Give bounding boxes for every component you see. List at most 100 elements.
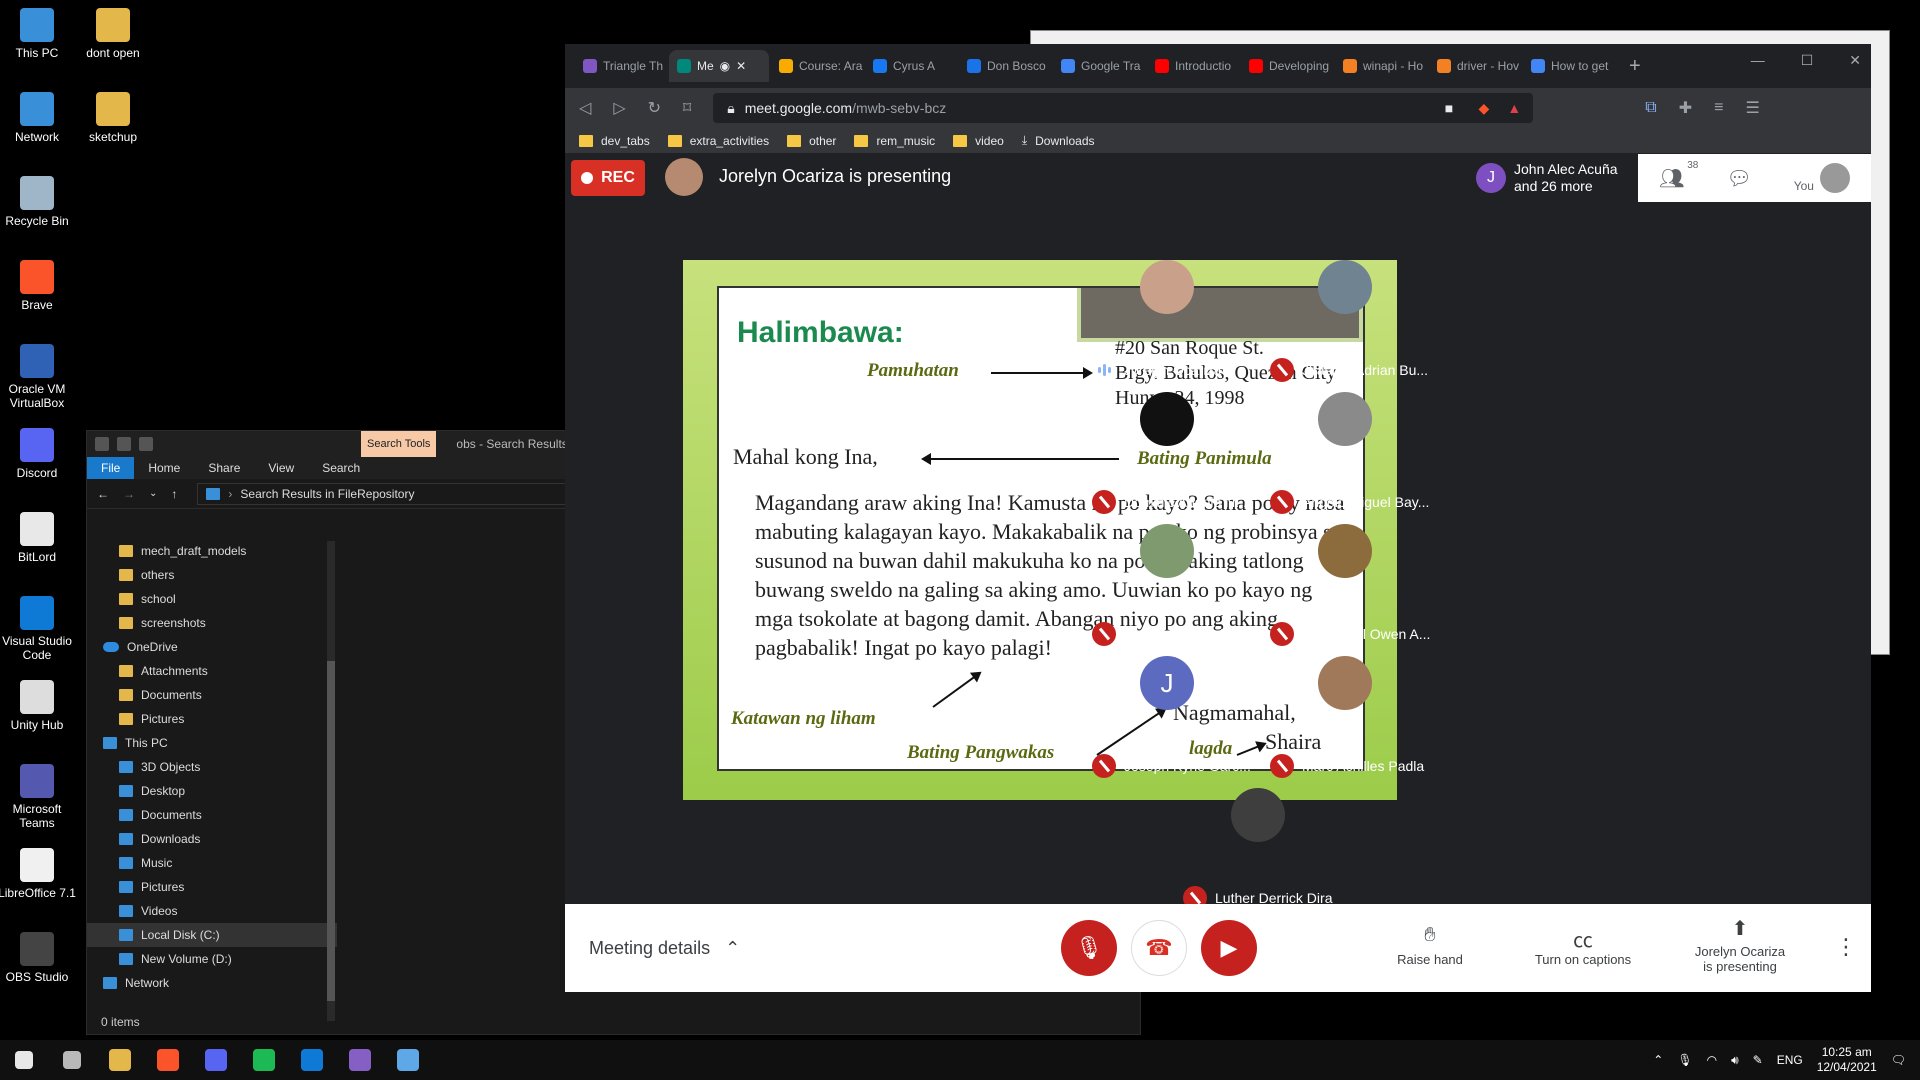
back-icon[interactable]: ◁ [579, 98, 591, 118]
desktop-icon[interactable]: sketchup [73, 92, 153, 144]
browser-tab[interactable]: Triangle Th [575, 50, 667, 82]
menu-icon[interactable]: ☰ [1745, 98, 1759, 118]
translate-icon[interactable]: ⧉ [1645, 99, 1656, 117]
camera-icon[interactable]: ■ [1445, 100, 1453, 116]
new-folder-icon[interactable] [139, 437, 153, 451]
participant-tile[interactable]: Jhasper Adrian Bu... [1260, 260, 1430, 382]
forward-arrow-icon[interactable]: → [123, 487, 135, 501]
nav-item[interactable]: screenshots [87, 611, 337, 635]
nav-item[interactable]: This PC [87, 731, 337, 755]
microphone-toggle-button[interactable]: 🎙︎ [1061, 920, 1117, 976]
nav-item[interactable]: Videos [87, 899, 337, 923]
nav-item[interactable]: mech_draft_models [87, 539, 337, 563]
media-icon[interactable]: ≡ [1714, 99, 1723, 117]
desktop-icon[interactable]: BitLord [0, 512, 77, 564]
taskbar-app[interactable] [384, 1040, 432, 1080]
taskbar-app[interactable] [336, 1040, 384, 1080]
desktop-icon[interactable]: LibreOffice 7.1 [0, 848, 77, 900]
bookmark-item[interactable]: dev_tabs [579, 134, 650, 148]
maximize-icon[interactable]: ☐ [1801, 52, 1814, 69]
bookmark-item[interactable]: ⤓ Downloads [1022, 133, 1095, 148]
more-options-icon[interactable]: ⋮ [1835, 934, 1857, 960]
back-arrow-icon[interactable]: ← [97, 487, 109, 501]
ribbon-tab-view[interactable]: View [254, 457, 308, 479]
taskbar-app[interactable] [288, 1040, 336, 1080]
desktop-icon[interactable]: Oracle VM VirtualBox [0, 344, 77, 410]
nav-item[interactable]: 3D Objects [87, 755, 337, 779]
browser-tab[interactable]: Cyrus A [865, 50, 957, 82]
nav-item[interactable]: school [87, 587, 337, 611]
reload-icon[interactable]: ↻ [648, 98, 661, 118]
browser-tab[interactable]: driver - Hov [1429, 50, 1521, 82]
language-indicator[interactable]: ENG [1777, 1053, 1803, 1067]
tray-chevron-icon[interactable]: ⌃ [1653, 1053, 1663, 1067]
quick-access-icon[interactable] [95, 437, 109, 451]
people-card[interactable]: J John Alec Acuña and 26 more [1468, 154, 1638, 202]
browser-tab[interactable]: Google Tra [1053, 50, 1145, 82]
desktop-icon[interactable]: Discord [0, 428, 77, 480]
participant-tile[interactable]: Nathanael Owen A... [1260, 524, 1430, 646]
bookmark-item[interactable]: other [787, 134, 836, 148]
forward-icon[interactable]: ▷ [613, 98, 625, 118]
taskbar-app[interactable] [192, 1040, 240, 1080]
volume-icon[interactable]: 🔊︎ [1731, 1053, 1739, 1068]
brave-rewards-icon[interactable]: ▲ [1507, 100, 1521, 116]
browser-tab[interactable]: Introductio [1147, 50, 1239, 82]
desktop-icon[interactable]: Brave [0, 260, 77, 312]
chat-button[interactable]: 💬︎ [1726, 166, 1751, 191]
browser-tab[interactable]: How to get [1523, 50, 1615, 82]
participant-tile[interactable]: Jorelyn Ocariza [1082, 260, 1252, 380]
minimize-icon[interactable]: — [1751, 52, 1765, 69]
bookmark-item[interactable]: video [953, 134, 1004, 148]
nav-item[interactable]: others [87, 563, 337, 587]
self-view-button[interactable]: You [1794, 163, 1850, 193]
new-tab-icon[interactable]: + [1629, 55, 1641, 78]
clock[interactable]: 10:25 am 12/04/2021 [1817, 1045, 1877, 1075]
nav-item[interactable]: Documents [87, 803, 337, 827]
desktop-icon[interactable]: dont open [73, 8, 153, 60]
bookmark-icon[interactable]: ⌑ [683, 98, 691, 118]
taskbar-app[interactable] [144, 1040, 192, 1080]
participant-tile[interactable]: J Joseph Kyne Garc... [1082, 656, 1252, 778]
nav-item[interactable]: Local Disk (C:) [87, 923, 337, 947]
nav-item[interactable]: Attachments [87, 659, 337, 683]
nav-item[interactable]: OneDrive [87, 635, 337, 659]
participant-tile[interactable]: Luther Derrick Dira [1173, 788, 1343, 910]
present-button[interactable]: ⬆︎ Jorelyn Ocariza is presenting [1675, 916, 1805, 974]
participant-tile[interactable]: Joross Clark Tabar [1082, 524, 1252, 646]
taskbar-app[interactable] [96, 1040, 144, 1080]
nav-item[interactable]: Network [87, 971, 337, 995]
desktop-icon[interactable]: Unity Hub [0, 680, 77, 732]
browser-tab[interactable]: Developing [1241, 50, 1333, 82]
desktop-icon[interactable]: OBS Studio [0, 932, 77, 984]
close-icon[interactable]: ✕ [1849, 52, 1861, 69]
ribbon-tab-file[interactable]: File [87, 457, 135, 479]
ribbon-tab-home[interactable]: Home [134, 457, 194, 479]
nav-scrollbar[interactable] [327, 541, 335, 1021]
bookmark-item[interactable]: extra_activities [667, 134, 769, 148]
browser-tab[interactable]: winapi - Ho [1335, 50, 1427, 82]
ribbon-tab-search[interactable]: Search [308, 457, 374, 479]
desktop-icon[interactable]: Visual Studio Code [0, 596, 77, 662]
participant-tile[interactable]: Angelo Miguel Bay... [1260, 392, 1430, 514]
notifications-icon[interactable]: 🗨︎ [1891, 1053, 1906, 1067]
nav-item[interactable]: Downloads [87, 827, 337, 851]
participant-tile[interactable]: Dominic Angelo N... [1082, 392, 1252, 514]
url-bar[interactable]: 🔒︎ meet.google.com/mwb-sebv-bcz ■ ◆ ▲ [713, 93, 1534, 123]
scrollbar-thumb[interactable] [327, 661, 335, 1001]
bookmark-item[interactable]: rem_music [854, 134, 935, 148]
nav-item[interactable]: New Volume (D:) [87, 947, 337, 971]
desktop-icon[interactable]: This PC [0, 8, 77, 60]
properties-icon[interactable] [117, 437, 131, 451]
camera-toggle-button[interactable]: ▶︎ [1201, 920, 1257, 976]
nav-item[interactable]: Music [87, 851, 337, 875]
meeting-details-button[interactable]: Meeting details ⌃ [589, 938, 740, 959]
ribbon-tab-share[interactable]: Share [194, 457, 254, 479]
raise-hand-button[interactable]: ✋︎ Raise hand [1385, 924, 1475, 967]
browser-tab[interactable]: Don Bosco [959, 50, 1051, 82]
taskbar-app[interactable] [48, 1040, 96, 1080]
taskbar-app[interactable] [240, 1040, 288, 1080]
browser-tab[interactable]: Course: Ara◂ [771, 50, 863, 82]
extensions-icon[interactable]: ✚ [1679, 98, 1692, 118]
nav-item[interactable]: Desktop [87, 779, 337, 803]
